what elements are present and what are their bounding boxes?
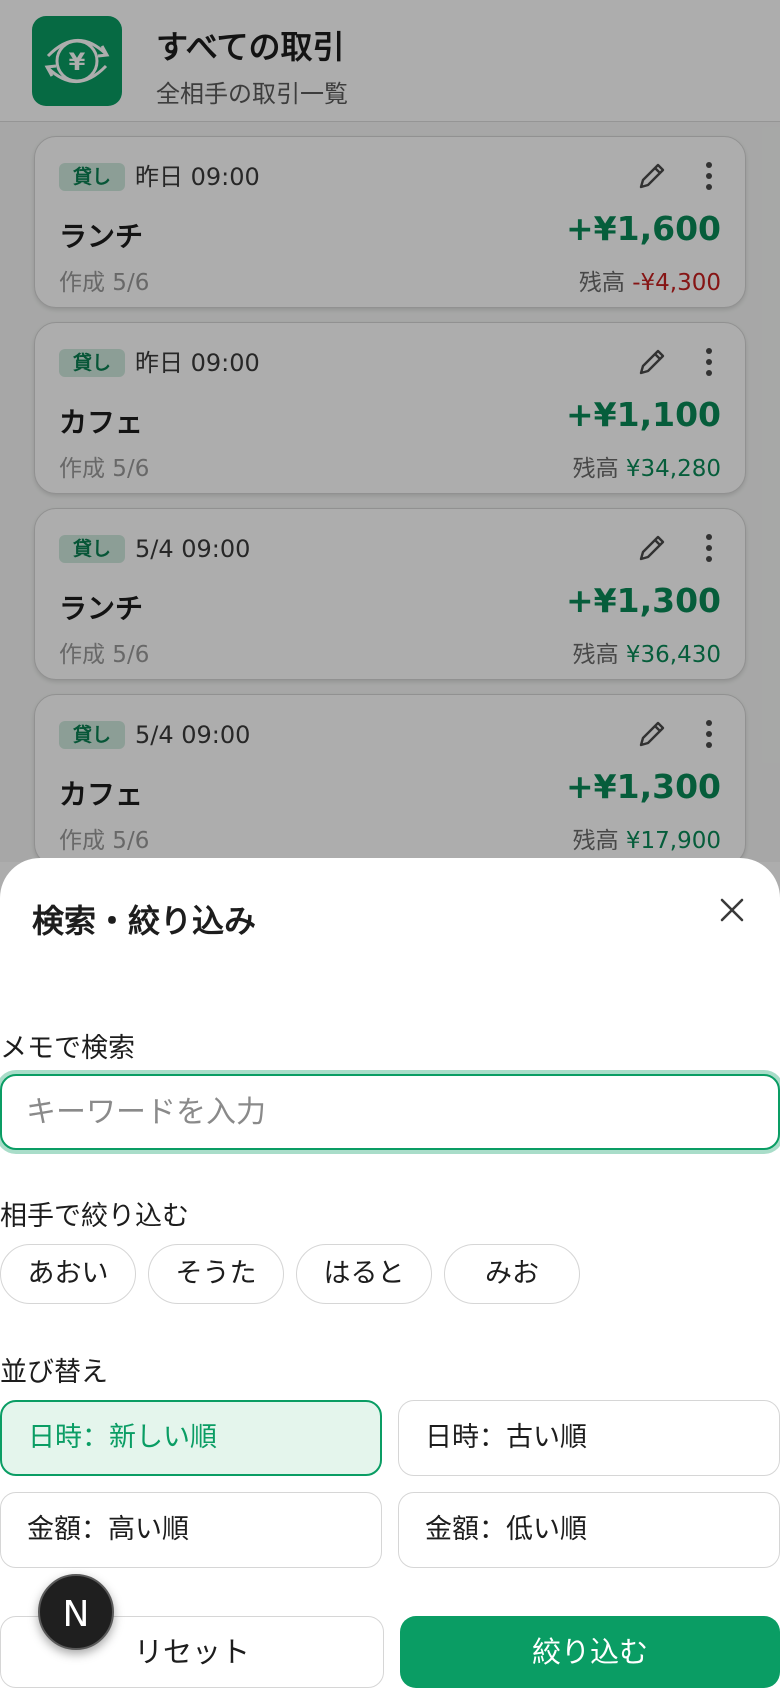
- close-icon[interactable]: [712, 890, 752, 930]
- n-letter: N: [63, 1594, 90, 1635]
- sort-amount-low-button[interactable]: 金額：低い順: [398, 1492, 780, 1568]
- search-field-wrapper: [0, 1074, 780, 1150]
- apply-filter-button[interactable]: 絞り込む: [400, 1616, 780, 1688]
- sort-date-newest-button[interactable]: 日時：新しい順: [0, 1400, 382, 1476]
- sheet-title: 検索・絞り込み: [32, 902, 257, 940]
- search-input[interactable]: [2, 1076, 778, 1148]
- partner-filter-label: 相手で絞り込む: [0, 1201, 189, 1232]
- partner-chip-haruto[interactable]: はると: [296, 1244, 432, 1304]
- partner-chip-souta[interactable]: そうた: [148, 1244, 284, 1304]
- search-label: メモで検索: [0, 1033, 135, 1064]
- sort-date-oldest-button[interactable]: 日時：古い順: [398, 1400, 780, 1476]
- sort-amount-high-button[interactable]: 金額：高い順: [0, 1492, 382, 1568]
- n-logo-floating-button[interactable]: N: [38, 1574, 114, 1650]
- partner-chip-aoi[interactable]: あおい: [0, 1244, 136, 1304]
- sort-label: 並び替え: [0, 1357, 108, 1388]
- partner-chip-mio[interactable]: みお: [444, 1244, 580, 1304]
- filter-bottom-sheet: 検索・絞り込み メモで検索 相手で絞り込む あおい そうた はると みお 並び替…: [0, 858, 780, 1688]
